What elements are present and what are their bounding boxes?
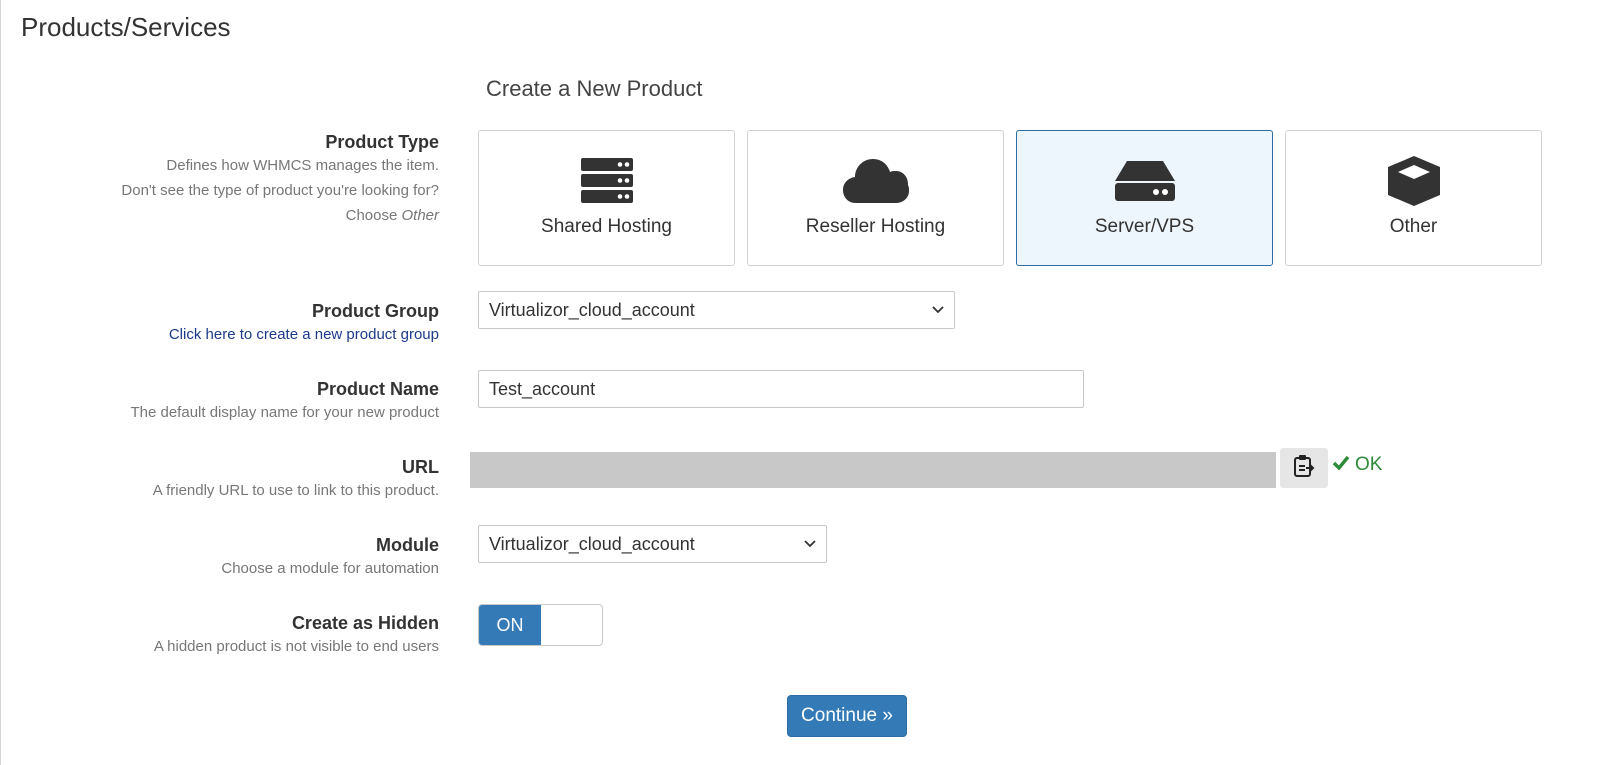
server-stack-icon xyxy=(479,155,734,207)
toggle-on-label: ON xyxy=(479,605,541,645)
product-group-label: Product Group xyxy=(312,301,439,321)
url-desc: A friendly URL to use to link to this pr… xyxy=(152,482,439,499)
product-name-label: Product Name xyxy=(316,379,439,399)
product-name-desc: The default display name for your new pr… xyxy=(130,404,439,421)
product-type-label-block: Product Type Defines how WHMCS manages t… xyxy=(121,132,439,228)
hdd-icon xyxy=(1017,155,1272,207)
tile-label-shared-hosting: Shared Hosting xyxy=(541,216,672,237)
product-type-desc-3-prefix: Choose xyxy=(345,207,402,224)
module-value: Virtualizor_cloud_account xyxy=(489,534,695,554)
cloud-icon xyxy=(748,155,1003,207)
continue-button[interactable]: Continue » xyxy=(787,695,907,737)
product-type-reseller-hosting[interactable]: Reseller Hosting xyxy=(747,130,1004,266)
module-label: Module xyxy=(376,535,439,555)
module-desc: Choose a module for automation xyxy=(221,560,439,577)
create-product-group-link[interactable]: Click here to create a new product group xyxy=(169,322,439,347)
module-label-block: Module Choose a module for automation xyxy=(221,535,439,581)
check-icon xyxy=(1332,454,1350,476)
product-type-server-vps[interactable]: Server/VPS xyxy=(1016,130,1273,266)
product-type-shared-hosting[interactable]: Shared Hosting xyxy=(478,130,735,266)
clipboard-icon xyxy=(1293,454,1315,483)
chevron-down-icon xyxy=(804,526,816,562)
copy-url-button[interactable] xyxy=(1280,448,1328,488)
product-type-desc-2: Don't see the type of product you're loo… xyxy=(121,182,439,199)
product-type-desc-3: Choose Other xyxy=(121,203,439,228)
tile-label-reseller-hosting: Reseller Hosting xyxy=(805,216,946,237)
product-name-input[interactable]: Test_account xyxy=(478,370,1084,408)
chevron-down-icon xyxy=(932,292,944,328)
url-label-block: URL A friendly URL to use to link to thi… xyxy=(153,457,439,503)
page-title: Products/Services xyxy=(21,12,231,42)
product-type-other[interactable]: Other xyxy=(1285,130,1542,266)
product-type-label: Product Type xyxy=(325,132,439,152)
create-hidden-desc: A hidden product is not visible to end u… xyxy=(153,638,439,655)
product-type-desc-3-other: Other xyxy=(401,207,439,224)
product-group-value: Virtualizor_cloud_account xyxy=(489,300,695,320)
url-label: URL xyxy=(402,457,439,477)
tile-label-other: Other xyxy=(1389,216,1438,237)
create-hidden-toggle[interactable]: ON xyxy=(478,604,603,646)
page-frame: Products/Services Create a New Product P… xyxy=(0,0,1621,765)
url-status-text: OK xyxy=(1355,454,1383,475)
product-name-label-block: Product Name The default display name fo… xyxy=(130,379,439,425)
create-hidden-label-block: Create as Hidden A hidden product is not… xyxy=(154,613,439,659)
tile-label-server-vps: Server/VPS xyxy=(1094,216,1195,237)
product-group-label-block: Product Group Click here to create a new… xyxy=(169,301,439,347)
cube-icon xyxy=(1286,155,1541,207)
form-title: Create a New Product xyxy=(486,76,703,101)
url-field[interactable] xyxy=(470,452,1276,488)
product-type-desc-1: Defines how WHMCS manages the item. xyxy=(166,157,439,174)
module-select[interactable]: Virtualizor_cloud_account xyxy=(478,525,827,563)
create-hidden-label: Create as Hidden xyxy=(291,613,439,633)
url-status: OK xyxy=(1332,454,1382,476)
product-group-select[interactable]: Virtualizor_cloud_account xyxy=(478,291,955,329)
